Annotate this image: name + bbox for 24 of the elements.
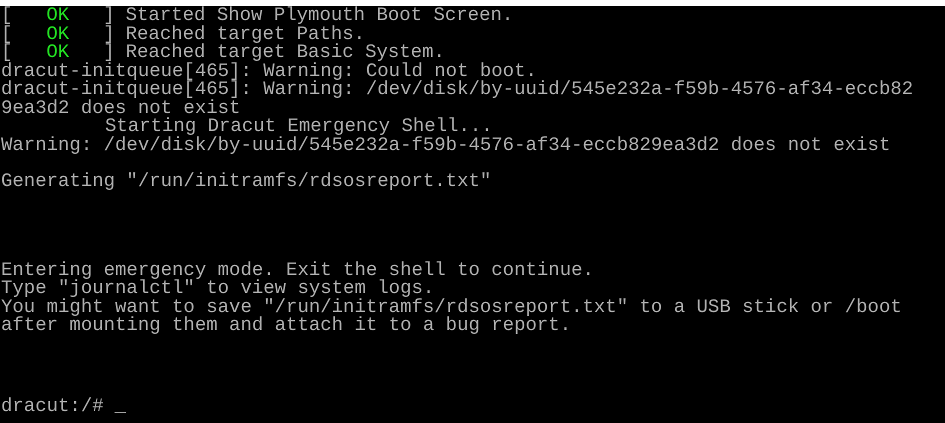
log-line: Reached target Paths.	[126, 24, 366, 43]
shell-prompt: dracut:/#	[1, 396, 104, 415]
status-label: OK	[46, 24, 70, 43]
status-label: OK	[46, 6, 70, 24]
status-bracket: ]	[103, 6, 115, 24]
log-line: 9ea3d2 does not exist	[1, 98, 240, 117]
status-bracket: ]	[103, 24, 115, 43]
log-line: Reached target Basic System.	[126, 43, 445, 62]
log-line: Type "journalctl" to view system logs.	[1, 279, 434, 298]
log-line: Starting Dracut Emergency Shell...	[105, 117, 493, 136]
log-line: Warning: /dev/disk/by-uuid/545e232a-f59b-4576-af34-eccb829ea3d2 does not exist	[1, 136, 890, 154]
log-line: Entering emergency mode. Exit the shell to continue.	[1, 260, 594, 279]
status-bracket: [	[1, 43, 12, 62]
log-line: Started Show Plymouth Boot Screen.	[126, 6, 514, 24]
log-line: dracut-initqueue[465]: Warning: /dev/disk/by-uuid/545e232a-f59b-4576-af34-eccb82	[1, 80, 914, 98]
status-bracket: ]	[103, 43, 115, 62]
log-line: dracut-initqueue[465]: Warning: Could not boot.	[1, 62, 537, 80]
status-bracket: [	[1, 24, 12, 43]
log-line: after mounting them and attach it to a bug report.	[1, 316, 572, 334]
status-bracket: [	[1, 6, 12, 24]
text-cursor: _	[114, 396, 126, 415]
log-line: Generating "/run/initramfs/rdsosreport.txt"	[1, 172, 492, 190]
log-line: You might want to save "/run/initramfs/rdsosreport.txt" to a USB stick or /boot	[1, 298, 902, 316]
status-label: OK	[46, 43, 70, 62]
